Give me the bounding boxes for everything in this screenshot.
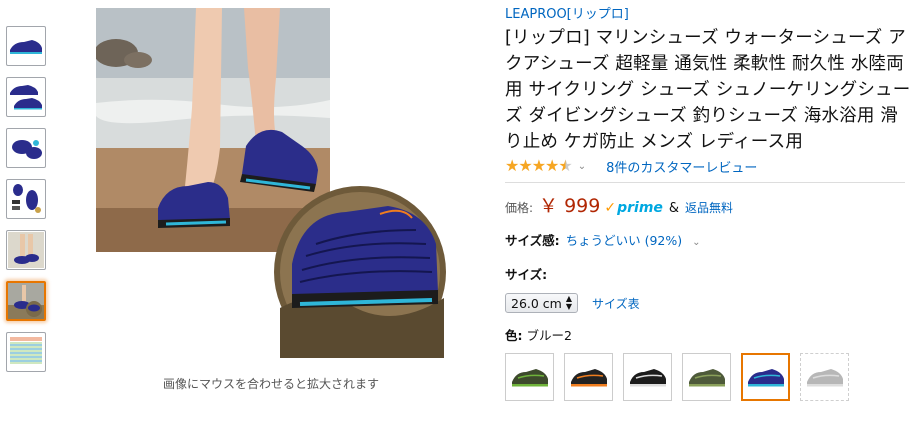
chevron-down-icon[interactable]: ⌄ <box>578 161 586 172</box>
ampersand: & <box>668 201 680 216</box>
prime-badge: ✓prime <box>604 200 663 216</box>
chevron-down-icon[interactable]: ⌄ <box>692 237 700 248</box>
shoe-icon <box>511 369 548 387</box>
size-row: 26.0 cm ▲ ▼ サイズ表 <box>505 293 915 313</box>
product-photo-illustration <box>94 8 446 358</box>
size-fit-label: サイズ感: <box>505 233 560 248</box>
select-arrows-icon: ▲ ▼ <box>565 294 573 311</box>
star-icon: ★ <box>531 156 547 175</box>
thumbnail-strip <box>6 26 50 383</box>
thumbnail-2[interactable] <box>6 77 46 117</box>
color-label: 色: <box>505 328 523 343</box>
size-selected-value: 26.0 cm <box>511 295 562 311</box>
color-swatch-blue2[interactable] <box>741 353 790 401</box>
size-fit-value[interactable]: ちょうどいい (92%) <box>566 233 683 248</box>
star-icon: ★ <box>518 156 533 175</box>
prime-label: prime <box>617 200 663 216</box>
rating-row: ★ ★ ★ ★ ★ ⌄ 8件のカスタマーレビュー <box>505 156 915 176</box>
star-icon: ★ <box>505 156 520 175</box>
color-row: 色: ブルー2 <box>505 325 915 344</box>
shoe-icon <box>747 369 784 387</box>
divider <box>505 182 905 183</box>
check-icon: ✓ <box>604 200 617 216</box>
zoom-hint: 画像にマウスを合わせると拡大されます <box>162 377 379 391</box>
shoe-icon <box>688 369 725 387</box>
color-swatch-black-orange[interactable] <box>564 353 613 401</box>
size-chart-link[interactable]: サイズ表 <box>592 295 640 312</box>
free-returns-link[interactable]: 返品無料 <box>685 199 733 216</box>
star-rating[interactable]: ★ ★ ★ ★ ★ <box>505 156 573 175</box>
size-label: サイズ: <box>505 267 548 282</box>
color-swatch-grey[interactable] <box>800 353 849 401</box>
thumbnail-1[interactable] <box>6 26 46 66</box>
thumbnail-7[interactable] <box>6 332 46 372</box>
shoe-icon <box>806 369 843 387</box>
thumbnail-6[interactable] <box>6 281 46 321</box>
color-swatches <box>505 353 915 401</box>
main-product-image[interactable] <box>94 8 446 358</box>
color-swatch-black-white[interactable] <box>623 353 672 401</box>
size-dropdown[interactable]: 26.0 cm ▲ ▼ <box>505 293 579 313</box>
price-row: 価格: ￥ 999 ✓prime & 返品無料 <box>505 191 915 218</box>
color-swatch-green-black[interactable] <box>505 353 554 401</box>
thumbnail-3[interactable] <box>6 128 46 168</box>
shoe-icon <box>629 369 666 387</box>
thumbnail-5[interactable] <box>6 230 46 270</box>
shoe-icon <box>570 369 607 387</box>
thumbnail-4[interactable] <box>6 179 46 219</box>
price-label: 価格: <box>505 201 534 215</box>
color-swatch-army-green[interactable] <box>682 353 731 401</box>
product-title: [リップロ] マリンシューズ ウォーターシューズ アクアシューズ 超軽量 通気性… <box>505 28 911 152</box>
review-count-link[interactable]: 8件のカスタマーレビュー <box>606 157 757 176</box>
size-fit-row: サイズ感: ちょうどいい (92%) ⌄ <box>505 230 915 249</box>
color-value: ブルー2 <box>526 328 572 343</box>
star-icon: ★ <box>545 156 560 175</box>
brand-link[interactable]: LEAPROO[リップロ] <box>505 3 915 22</box>
product-info: LEAPROO[リップロ] [リップロ] マリンシューズ ウォーターシューズ ア… <box>505 0 915 401</box>
star-half-icon: ★ <box>558 156 573 175</box>
price-value: ￥ 999 <box>539 195 601 217</box>
